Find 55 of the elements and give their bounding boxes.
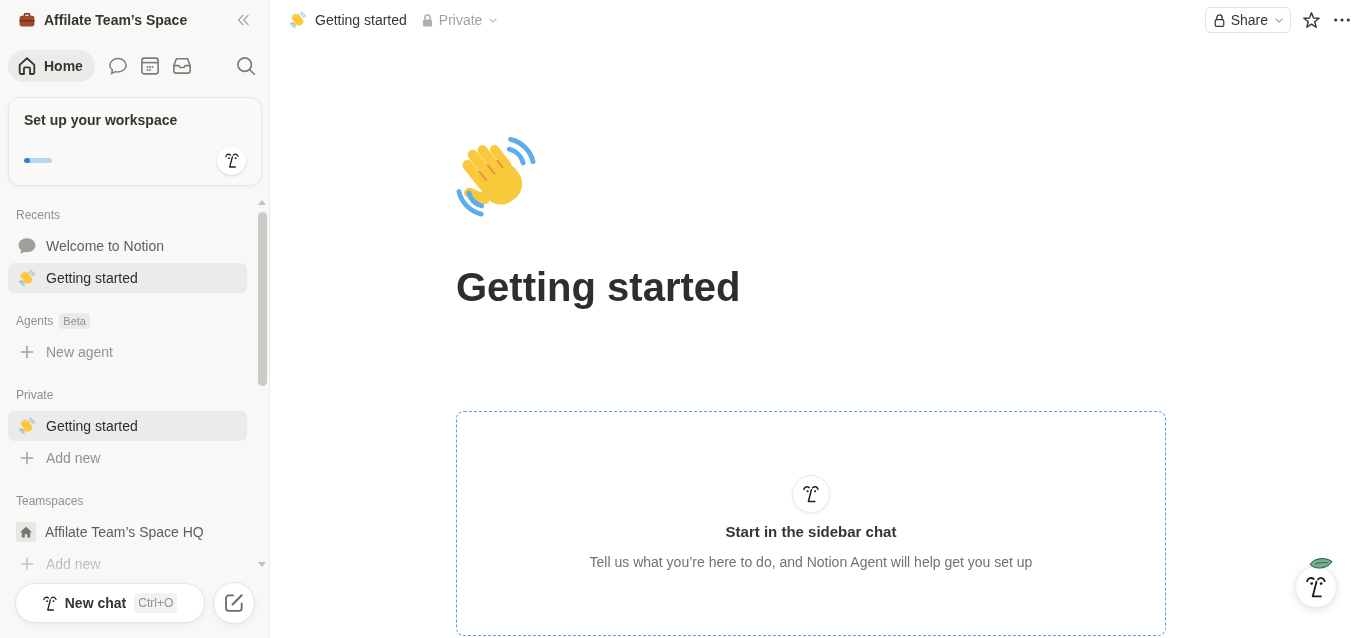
star-icon[interactable] — [1303, 12, 1320, 28]
double-chevron-icon[interactable] — [238, 14, 249, 26]
section-heading: Teamspaces — [16, 494, 84, 508]
speech-bubble-icon — [108, 57, 127, 75]
agent-button[interactable] — [1295, 566, 1337, 608]
inbox-tab[interactable] — [172, 57, 191, 75]
new-chat-button[interactable]: New chat Ctrl+O — [15, 583, 205, 623]
calendar-tab[interactable] — [140, 57, 159, 75]
breadcrumb-link[interactable]: Getting started — [290, 12, 407, 28]
workspace-name[interactable]: Affilate Team’s Space — [44, 12, 188, 28]
compose-icon — [225, 594, 243, 612]
chat-tab[interactable] — [108, 57, 127, 75]
plus-icon — [20, 345, 34, 359]
sidebar-item[interactable]: Getting started — [8, 263, 247, 293]
sidebar-item[interactable]: Welcome to Notion — [8, 231, 247, 261]
sidebar-item[interactable]: Affilate Team’s Space HQ — [8, 517, 247, 547]
section-badge: Beta — [59, 313, 90, 329]
home-tab[interactable]: Home — [8, 50, 95, 82]
waving-hand-icon — [19, 418, 35, 434]
chevron-down-icon — [1275, 17, 1283, 23]
lock-icon — [1213, 13, 1225, 27]
shortcut-badge: Ctrl+O — [134, 593, 178, 613]
sidebar-item[interactable]: Getting started — [8, 411, 247, 441]
setup-card[interactable]: Set up your workspace — [8, 97, 262, 186]
section-heading: Agents — [16, 314, 54, 328]
briefcase-icon — [19, 13, 35, 27]
plus-icon — [20, 451, 34, 465]
calendar-icon — [140, 57, 159, 75]
search-icon[interactable] — [237, 57, 255, 75]
share-button[interactable]: Share — [1204, 7, 1291, 33]
inbox-tray-icon — [172, 57, 191, 75]
section-heading: Private — [16, 388, 54, 402]
face-icon — [224, 153, 239, 168]
house-icon — [16, 522, 36, 542]
waving-hand-icon — [19, 270, 35, 286]
leaf-icon — [1309, 557, 1333, 570]
agent-button[interactable] — [217, 146, 246, 175]
plus-icon — [20, 557, 34, 571]
speech-bubble-icon — [18, 237, 36, 255]
waving-hand-icon — [456, 137, 536, 217]
home-icon — [18, 57, 36, 75]
prompt-description: Tell us what you’re here to do, and Notion Agent will help get you set up — [589, 553, 1033, 572]
scrollbar-thumb[interactable] — [257, 212, 267, 386]
face-icon — [42, 595, 57, 611]
face-icon — [792, 475, 830, 513]
chevron-down-icon — [489, 17, 498, 23]
prompt-title: Start in the sidebar chat — [725, 522, 897, 542]
new-page-button[interactable] — [213, 582, 255, 624]
waving-hand-icon — [290, 12, 306, 28]
page-title: Getting started — [456, 264, 742, 311]
setup-card-title: Set up your workspace — [24, 111, 179, 130]
section-heading: Recents — [16, 208, 61, 222]
more-icon[interactable] — [1334, 18, 1350, 22]
lock-icon — [421, 13, 433, 27]
face-icon — [1306, 576, 1326, 598]
